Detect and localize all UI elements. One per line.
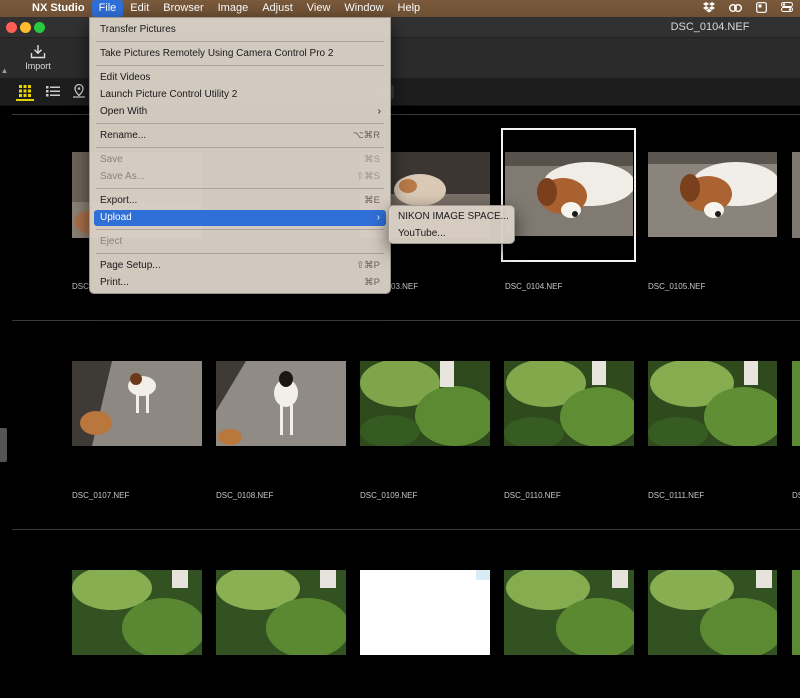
menu-item-label: Edit Videos <box>100 72 151 83</box>
menu-separator <box>96 229 384 230</box>
thumbnail-label: DSC <box>792 491 800 500</box>
menu-shortcut: ⇧⌘S <box>356 171 380 182</box>
menu-separator <box>96 188 384 189</box>
row-separator <box>12 320 800 321</box>
menu-item-label: Eject <box>100 236 123 247</box>
thumbnail-label: DSC <box>72 282 89 291</box>
upload-submenu: NIKON IMAGE SPACE... YouTube... <box>388 205 515 244</box>
menu-item-print[interactable]: Print... ⌘P <box>90 275 390 291</box>
creative-cloud-icon[interactable] <box>722 2 748 16</box>
row-separator <box>12 529 800 530</box>
menu-item-launch-picture-control[interactable]: Launch Picture Control Utility 2 <box>90 87 390 103</box>
thumbnail-dsc-0109[interactable] <box>360 361 490 446</box>
import-icon <box>30 45 46 59</box>
thumbnail-label: DSC_0105.NEF <box>648 282 706 291</box>
menu-item-label: Take Pictures Remotely Using Camera Cont… <box>100 48 334 59</box>
menu-item-save-as: Save As... ⇧⌘S <box>90 169 390 185</box>
display-icon[interactable] <box>748 1 774 16</box>
selection-frame <box>501 128 636 262</box>
menu-item-label: Save <box>100 154 123 165</box>
thumbnail-row3-1[interactable] <box>72 570 202 655</box>
menu-item-page-setup[interactable]: Page Setup... ⇧⌘P <box>90 258 390 274</box>
panel-toggle-arrow-icon[interactable]: ▲ <box>0 64 9 78</box>
menu-item-edit-videos[interactable]: Edit Videos <box>90 70 390 86</box>
thumbnail-dsc-0108[interactable] <box>216 361 346 446</box>
menu-bar: NX Studio File Edit Browser Image Adjust… <box>0 0 800 17</box>
menu-item-label: Upload <box>100 212 132 223</box>
menu-item-label: Page Setup... <box>100 260 161 271</box>
submenu-arrow-icon: › <box>377 106 381 117</box>
menu-separator <box>96 123 384 124</box>
menu-shortcut: ⌘S <box>364 154 380 165</box>
thumbnail-dsc-0105[interactable] <box>648 152 777 237</box>
menu-item-label: Print... <box>100 277 129 288</box>
menu-separator <box>96 147 384 148</box>
menu-item-label: Launch Picture Control Utility 2 <box>100 89 238 100</box>
menu-file[interactable]: File <box>91 0 124 17</box>
submenu-arrow-icon: › <box>376 212 380 223</box>
control-center-icon[interactable] <box>774 2 800 15</box>
grid-view-icon[interactable] <box>16 83 34 101</box>
menu-shortcut: ⇧⌘P <box>356 260 380 271</box>
menu-item-take-pictures-remotely[interactable]: Take Pictures Remotely Using Camera Cont… <box>90 46 390 62</box>
thumbnail-partial[interactable] <box>792 361 800 446</box>
menu-item-transfer-pictures[interactable]: Transfer Pictures <box>90 22 390 38</box>
menu-item-upload[interactable]: Upload › <box>94 210 386 226</box>
menu-separator <box>96 65 384 66</box>
thumbnail-dsc-0110[interactable] <box>504 361 634 446</box>
menu-help[interactable]: Help <box>391 0 428 17</box>
submenu-item-youtube[interactable]: YouTube... <box>389 226 514 242</box>
menu-browser[interactable]: Browser <box>156 0 210 17</box>
thumbnail-row3-5[interactable] <box>648 570 777 655</box>
menu-window[interactable]: Window <box>337 0 390 17</box>
menu-shortcut: ⌘P <box>364 277 380 288</box>
thumbnail-row3-3[interactable] <box>360 570 490 655</box>
thumbnail-label: DSC_0109.NEF <box>360 491 418 500</box>
menu-item-label: Export... <box>100 195 138 206</box>
thumbnail-label: DSC_0108.NEF <box>216 491 274 500</box>
submenu-item-nikon-image-space[interactable]: NIKON IMAGE SPACE... <box>389 209 514 225</box>
menu-item-export[interactable]: Export... ⌘E <box>90 193 390 209</box>
menu-item-label: Save As... <box>100 171 146 182</box>
list-view-icon[interactable] <box>44 83 62 101</box>
menu-item-rename[interactable]: Rename... ⌥⌘R <box>90 128 390 144</box>
file-menu: Transfer Pictures Take Pictures Remotely… <box>89 17 391 294</box>
menu-item-label: Rename... <box>100 130 147 141</box>
menu-item-open-with[interactable]: Open With › <box>90 104 390 120</box>
menu-shortcut: ⌥⌘R <box>352 130 380 141</box>
thumbnail-partial[interactable] <box>792 152 800 238</box>
status-icons <box>696 0 800 17</box>
menu-separator <box>96 253 384 254</box>
left-panel-handle[interactable] <box>0 428 7 462</box>
menu-item-label: Open With <box>100 106 148 117</box>
thumbnail-row3-4[interactable] <box>504 570 634 655</box>
import-button[interactable]: Import <box>18 42 58 76</box>
menu-edit[interactable]: Edit <box>123 0 156 17</box>
menu-image[interactable]: Image <box>211 0 256 17</box>
menu-separator <box>96 41 384 42</box>
menu-adjust[interactable]: Adjust <box>255 0 300 17</box>
thumbnail-dsc-0107[interactable] <box>72 361 202 446</box>
map-pin-icon[interactable] <box>70 83 88 101</box>
thumbnail-row3-2[interactable] <box>216 570 346 655</box>
menu-item-save: Save ⌘S <box>90 152 390 168</box>
thumbnail-label: DSC_0107.NEF <box>72 491 130 500</box>
thumbnail-partial[interactable] <box>792 570 800 655</box>
thumbnail-label: 03.NEF <box>391 282 419 291</box>
menu-item-eject: Eject <box>90 234 390 250</box>
import-label: Import <box>25 61 51 71</box>
thumbnail-label: DSC_0111.NEF <box>648 491 705 500</box>
dropbox-icon[interactable] <box>696 1 722 16</box>
thumbnail-label: DSC_0110.NEF <box>504 491 561 500</box>
menu-item-label: Transfer Pictures <box>100 24 176 35</box>
thumbnail-label: DSC_0104.NEF <box>505 282 563 291</box>
menu-view[interactable]: View <box>300 0 338 17</box>
thumbnail-dsc-0111[interactable] <box>648 361 777 446</box>
menu-app-name[interactable]: NX Studio <box>26 0 92 17</box>
menu-shortcut: ⌘E <box>364 195 380 206</box>
